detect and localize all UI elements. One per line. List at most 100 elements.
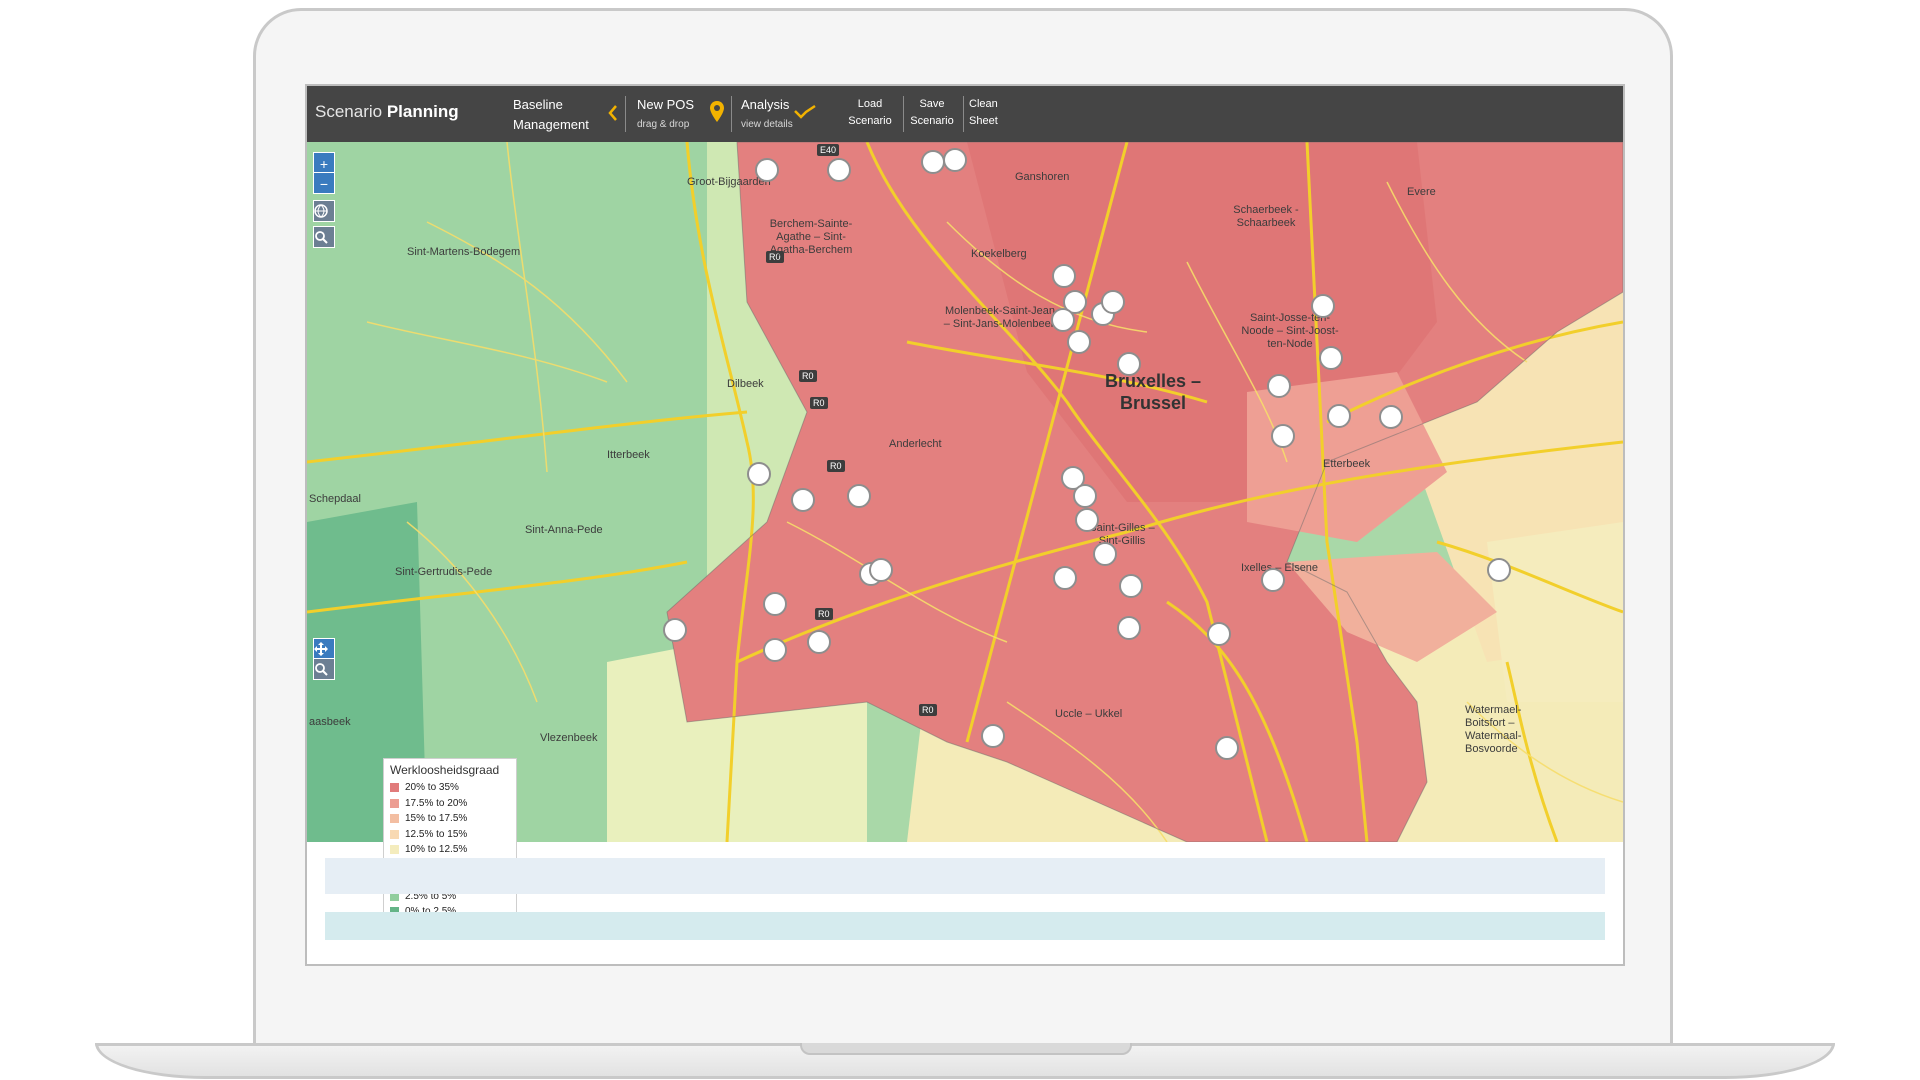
pos-marker[interactable] xyxy=(847,484,871,508)
pos-marker[interactable] xyxy=(663,618,687,642)
pos-marker[interactable] xyxy=(1267,374,1291,398)
legend-swatch xyxy=(390,814,399,824)
legend-label: 17.5% to 20% xyxy=(405,797,468,809)
pos-marker[interactable] xyxy=(1117,352,1141,376)
app-title: Scenario Planning xyxy=(315,102,459,122)
legend-swatch xyxy=(390,829,399,839)
legend-item: 20% to 35% xyxy=(390,780,510,796)
search-button[interactable] xyxy=(313,226,335,248)
clean-sheet-button[interactable]: Clean Sheet xyxy=(969,96,1019,130)
load-line2: Scenario xyxy=(848,115,892,127)
app-title-bold: Planning xyxy=(386,102,459,121)
pos-marker[interactable] xyxy=(1207,622,1231,646)
legend-item: 15% to 17.5% xyxy=(390,811,510,827)
toolbar-divider xyxy=(625,96,626,132)
zoom-box-button[interactable] xyxy=(313,658,335,680)
toolbar-divider xyxy=(731,96,732,132)
pos-marker[interactable] xyxy=(763,638,787,662)
zoom-out-button[interactable]: − xyxy=(313,172,335,194)
panel-bar xyxy=(325,912,1605,940)
pos-marker[interactable] xyxy=(1053,566,1077,590)
legend-swatch xyxy=(390,783,399,793)
legend-swatch xyxy=(390,845,399,855)
pos-marker[interactable] xyxy=(1117,616,1141,640)
zoom-in-button[interactable]: + xyxy=(313,152,335,174)
clean-line1: Clean xyxy=(969,98,998,110)
trend-line-icon[interactable] xyxy=(794,104,816,120)
pos-marker[interactable] xyxy=(1311,294,1335,318)
place-label: Berchem-Sainte-Agathe – Sint-Agatha-Berc… xyxy=(769,218,853,256)
load-line1: Load xyxy=(857,98,883,110)
pos-marker[interactable] xyxy=(1319,346,1343,370)
pos-marker[interactable] xyxy=(791,488,815,512)
legend-label: 12.5% to 15% xyxy=(405,828,468,840)
road-shield-r0: R0 xyxy=(827,460,845,472)
pos-marker[interactable] xyxy=(1051,308,1075,332)
pos-marker[interactable] xyxy=(921,150,945,174)
place-label: aasbeek xyxy=(309,716,351,728)
pan-button[interactable] xyxy=(313,638,335,660)
pos-marker[interactable] xyxy=(1261,568,1285,592)
pos-marker[interactable] xyxy=(1215,736,1239,760)
pos-marker[interactable] xyxy=(755,158,779,182)
road-shield-r0: R0 xyxy=(810,397,828,409)
legend-label: 10% to 12.5% xyxy=(405,844,468,856)
place-label: Sint-Martens-Bodegem xyxy=(407,246,521,258)
map-pin-icon[interactable] xyxy=(709,100,725,124)
place-label: Koekelberg xyxy=(971,248,1027,260)
pos-marker[interactable] xyxy=(1379,405,1403,429)
pos-marker[interactable] xyxy=(1067,330,1091,354)
legend-item: 12.5% to 15% xyxy=(390,827,510,843)
pos-marker[interactable] xyxy=(1052,264,1076,288)
legend-swatch xyxy=(390,798,399,808)
place-label: Schaerbeek - Schaarbeek xyxy=(1233,204,1299,229)
pos-marker[interactable] xyxy=(1119,574,1143,598)
pos-marker[interactable] xyxy=(1327,404,1351,428)
baseline-line1: Baseline xyxy=(513,97,563,112)
zoom-icon xyxy=(315,663,328,676)
app-screen: Scenario Planning Baseline Management Ne… xyxy=(305,84,1625,966)
baseline-management-button[interactable]: Baseline Management xyxy=(513,96,589,133)
pos-marker[interactable] xyxy=(1487,558,1511,582)
save-line1: Save xyxy=(919,98,945,110)
road-shield-r0: R0 xyxy=(799,370,817,382)
pos-marker[interactable] xyxy=(1075,508,1099,532)
place-label: Sint-Gertrudis-Pede xyxy=(395,566,493,578)
choropleth-map[interactable]: E40 R0 R0 R0 R0 R0 R0 Groot-Bijgaarden S… xyxy=(307,142,1623,842)
pos-marker[interactable] xyxy=(869,558,893,582)
clean-line2: Sheet xyxy=(969,115,998,127)
chevron-left-icon[interactable] xyxy=(607,103,619,123)
globe-button[interactable] xyxy=(313,200,335,222)
place-label: Evere xyxy=(1407,186,1436,198)
analysis-button[interactable]: Analysis view details xyxy=(741,96,793,133)
load-scenario-button[interactable]: Load Scenario xyxy=(845,96,895,130)
place-label: Uccle – Ukkel xyxy=(1055,708,1123,720)
place-label: Itterbeek xyxy=(607,449,650,461)
save-scenario-button[interactable]: Save Scenario xyxy=(907,96,957,130)
pos-marker[interactable] xyxy=(1271,424,1295,448)
baseline-line2: Management xyxy=(513,117,589,132)
pos-marker[interactable] xyxy=(1073,484,1097,508)
road-shield-e40: E40 xyxy=(817,144,840,156)
legend-item: 10% to 12.5% xyxy=(390,842,510,858)
pos-marker[interactable] xyxy=(827,158,851,182)
place-label: Etterbeek xyxy=(1323,458,1371,470)
pos-marker[interactable] xyxy=(1101,290,1125,314)
place-label: Molenbeek-Saint-Jean – Sint-Jans-Molenbe… xyxy=(943,305,1057,330)
search-icon xyxy=(315,231,328,244)
place-label: Schepdaal xyxy=(309,493,361,505)
pos-marker[interactable] xyxy=(763,592,787,616)
toolbar-divider xyxy=(903,96,904,132)
pos-marker[interactable] xyxy=(981,724,1005,748)
new-pos-sub: drag & drop xyxy=(637,119,690,130)
legend-item: 17.5% to 20% xyxy=(390,796,510,812)
pos-marker[interactable] xyxy=(807,630,831,654)
legend-label: 15% to 17.5% xyxy=(405,813,468,825)
globe-icon xyxy=(314,204,328,218)
new-pos-button[interactable]: New POS drag & drop xyxy=(637,96,694,133)
pos-marker[interactable] xyxy=(1093,542,1117,566)
pos-marker[interactable] xyxy=(943,148,967,172)
legend-rows: 20% to 35% 17.5% to 20% 15% to 17.5% 12.5% … xyxy=(390,780,510,920)
new-pos-label: New POS xyxy=(637,97,695,112)
pos-marker[interactable] xyxy=(747,462,771,486)
